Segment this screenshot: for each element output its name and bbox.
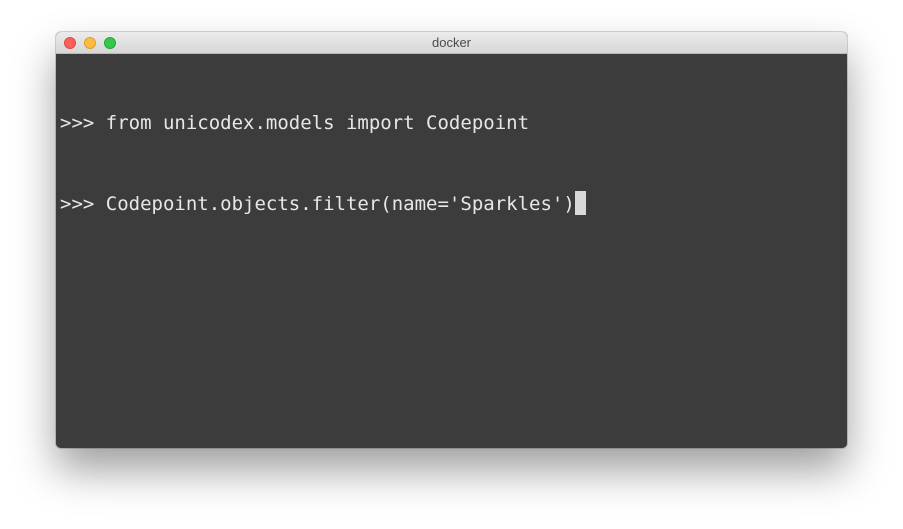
terminal-command-1: from unicodex.models import Codepoint	[94, 112, 530, 134]
terminal-command-2: Codepoint.objects.filter(name='Sparkles'…	[94, 193, 575, 215]
terminal-line-1: >>> from unicodex.models import Codepoin…	[60, 110, 847, 137]
desktop-stage: docker >>> from unicodex.models import C…	[0, 0, 903, 529]
python-prompt: >>>	[60, 193, 95, 215]
terminal-output[interactable]: >>> from unicodex.models import Codepoin…	[56, 54, 847, 448]
terminal-line-2: >>> Codepoint.objects.filter(name='Spark…	[60, 191, 847, 218]
python-prompt: >>>	[60, 112, 95, 134]
window-title: docker	[431, 35, 472, 50]
window-titlebar[interactable]: docker	[56, 32, 847, 54]
text-cursor-icon	[574, 191, 586, 215]
terminal-window[interactable]: docker >>> from unicodex.models import C…	[56, 32, 847, 448]
